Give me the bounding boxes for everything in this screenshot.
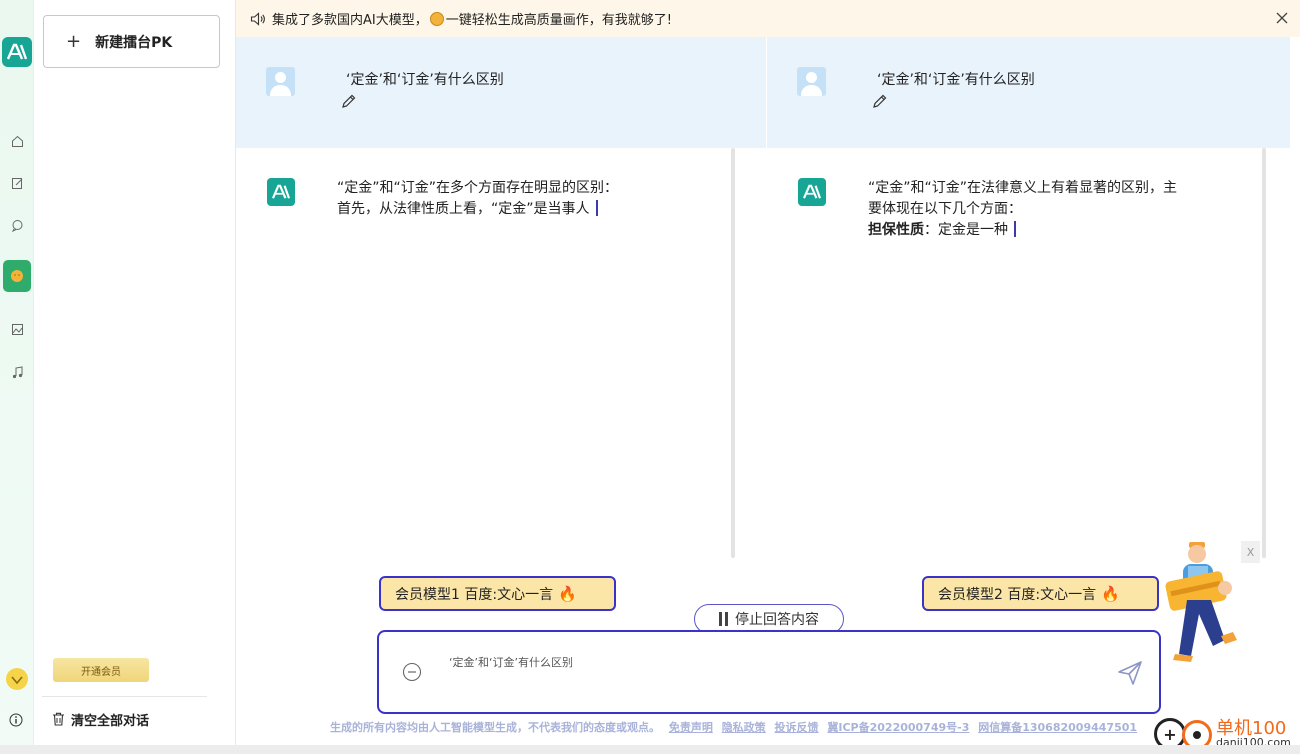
footer-link-algorithm[interactable]: 网信算备130682009447501: [978, 721, 1137, 734]
clear-all-conversations-button[interactable]: 清空全部对话: [52, 709, 149, 729]
clear-all-label: 清空全部对话: [71, 713, 150, 729]
sidebar: + 新建擂台PK 开通会员 清空全部对话: [34, 0, 236, 754]
answer-right-line2: 要体现在以下几个方面：: [868, 201, 1022, 217]
question-text-right: ‘定金’和‘订金’有什么区别: [877, 72, 1035, 88]
question-text-left: ‘定金’和‘订金’有什么区别: [346, 72, 504, 88]
answer-right-line3-rest: ：定金是一种: [924, 222, 1008, 238]
message-input-box: [377, 630, 1161, 714]
footer-link-icp[interactable]: 冀ICP备2022000749号-3: [827, 721, 969, 734]
chat-icon[interactable]: [9, 217, 25, 233]
app-logo-icon[interactable]: [2, 37, 32, 67]
new-arena-pk-label: 新建擂台PK: [95, 34, 173, 51]
answer-panel-left: “定金”和“订金”在多个方面存在明显的区别： 首先，从法律性质上看，“定金”是当…: [236, 148, 734, 558]
horizontal-scrollbar[interactable]: [0, 745, 1300, 754]
edit-doc-icon[interactable]: [9, 175, 25, 191]
footer-link-privacy[interactable]: 隐私政策: [722, 721, 766, 734]
answer-left-line2-wrap: 首先，从法律性质上看，“定金”是当事人: [337, 199, 618, 220]
question-panel-right: ‘定金’和‘订金’有什么区别: [767, 37, 1290, 148]
new-arena-pk-button[interactable]: + 新建擂台PK: [43, 15, 220, 68]
music-icon[interactable]: [9, 364, 25, 380]
image-icon[interactable]: [9, 321, 25, 337]
flame-icon: 🔥: [558, 584, 577, 603]
left-rail: [0, 0, 34, 754]
notice-text-2: 一键轻松生成高质量画作，有我就够了!: [445, 13, 672, 28]
ai-avatar-icon: [798, 178, 826, 206]
typing-cursor: [1014, 221, 1016, 237]
user-avatar: [266, 67, 295, 96]
sidebar-divider: [42, 696, 207, 697]
close-icon[interactable]: [1275, 11, 1289, 25]
trash-icon: [53, 712, 64, 726]
answer-left-line1: “定金”和“订金”在多个方面存在明显的区别：: [337, 180, 619, 196]
open-vip-button[interactable]: 开通会员: [53, 658, 149, 682]
model-label-right: 会员模型2 百度:文心一言: [938, 586, 1097, 603]
plus-icon: +: [66, 31, 82, 52]
ai-avatar-icon: [267, 178, 295, 206]
arena-pk-icon[interactable]: [3, 260, 31, 292]
message-input[interactable]: [449, 655, 1089, 668]
answer-text-left: “定金”和“订金”在多个方面存在明显的区别： 首先，从法律性质上看，“定金”是当…: [337, 178, 618, 220]
notice-bar: 集成了多款国内AI大模型， 一键轻松生成高质量画作，有我就够了!: [236, 0, 1300, 37]
footer-link-disclaimer[interactable]: 免责声明: [669, 721, 713, 734]
palette-icon: [429, 11, 444, 26]
user-avatar: [797, 67, 826, 96]
vip-diamond-icon[interactable]: [6, 668, 28, 690]
answer-right-line3-bold: 担保性质: [868, 222, 924, 238]
minus-circle-icon[interactable]: [402, 662, 422, 682]
pause-icon: [719, 612, 728, 626]
mascot-close-button[interactable]: X: [1241, 541, 1260, 563]
speaker-icon: [250, 11, 266, 26]
footer-link-complaint[interactable]: 投诉反馈: [775, 721, 819, 734]
flame-icon: 🔥: [1101, 584, 1120, 603]
send-icon[interactable]: [1117, 660, 1143, 686]
model-selector-right[interactable]: 会员模型2 百度:文心一言 🔥: [922, 576, 1159, 611]
scrollbar-right[interactable]: [1262, 148, 1266, 558]
model-selector-left[interactable]: 会员模型1 百度:文心一言 🔥: [379, 576, 616, 611]
footer: 生成的所有内容均由人工智能模型生成，不代表我们的态度或观点。 免责声明 隐私政策…: [330, 719, 1137, 735]
scrollbar-left[interactable]: [731, 148, 735, 558]
pencil-icon[interactable]: [872, 93, 888, 109]
typing-cursor: [595, 200, 598, 216]
question-panel-left: ‘定金’和‘订金’有什么区别: [236, 37, 766, 148]
home-icon[interactable]: [9, 133, 25, 149]
stop-answer-label: 停止回答内容: [735, 612, 819, 628]
answer-right-line1: “定金”和“订金”在法律意义上有着显著的区别，主: [868, 180, 1178, 196]
answer-right-line3-wrap: 担保性质：定金是一种: [868, 220, 1177, 241]
answer-left-line2: 首先，从法律性质上看，“定金”是当事人: [337, 201, 590, 217]
notice-text-1: 集成了多款国内AI大模型，: [272, 13, 428, 28]
info-icon[interactable]: [9, 712, 25, 728]
footer-disclaimer: 生成的所有内容均由人工智能模型生成，不代表我们的态度或观点。: [330, 721, 660, 734]
model-label-left: 会员模型1 百度:文心一言: [395, 586, 554, 603]
pencil-icon[interactable]: [341, 93, 357, 109]
answer-panel-right: “定金”和“订金”在法律意义上有着显著的区别，主 要体现在以下几个方面： 担保性…: [767, 148, 1267, 558]
answer-text-right: “定金”和“订金”在法律意义上有着显著的区别，主 要体现在以下几个方面： 担保性…: [868, 178, 1177, 241]
